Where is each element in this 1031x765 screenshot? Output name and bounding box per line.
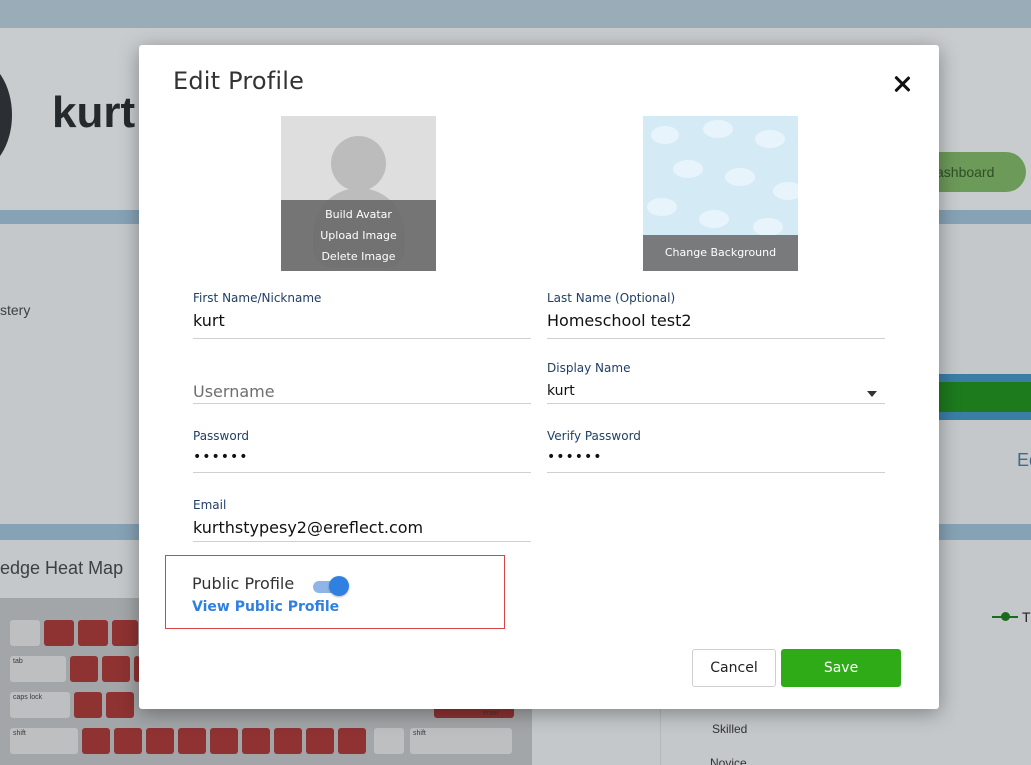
legend-dot-icon [1001, 612, 1010, 621]
top-bar [0, 0, 1031, 28]
keyboard-key [306, 728, 334, 754]
display-name-label: Display Name [547, 361, 631, 375]
email-label: Email [193, 498, 227, 512]
verify-password-label: Verify Password [547, 429, 641, 443]
cloud-pattern [753, 218, 783, 236]
keyboard-key: caps lock [10, 692, 70, 718]
upload-image-button[interactable]: Upload Image [281, 229, 436, 242]
cloud-pattern [703, 120, 733, 138]
username-field[interactable]: Username [193, 360, 531, 404]
keyboard-key [78, 620, 108, 646]
password-value[interactable]: •••••• [193, 449, 249, 465]
keyboard-key [274, 728, 302, 754]
background-image: Change Background [643, 116, 798, 271]
keyboard-key: tab [10, 656, 66, 682]
keyboard-key [70, 656, 98, 682]
avatar-image: Build Avatar Upload Image Delete Image [281, 116, 436, 271]
avatar-placeholder-icon [331, 136, 386, 191]
email-field[interactable]: Email kurthstypesy2@ereflect.com [193, 498, 531, 542]
keyboard-key [242, 728, 270, 754]
public-profile-section: Public Profile View Public Profile [165, 555, 505, 629]
keyboard-key: shift [410, 728, 512, 754]
password-label: Password [193, 429, 250, 443]
cancel-button[interactable]: Cancel [692, 649, 776, 687]
keyboard-key [338, 728, 366, 754]
first-name-value[interactable]: kurt [193, 311, 225, 330]
keyboard-key [146, 728, 174, 754]
last-name-label: Last Name (Optional) [547, 291, 676, 305]
username-placeholder: Username [193, 382, 275, 401]
public-profile-label: Public Profile [192, 574, 295, 593]
edit-link: Ed [1017, 450, 1031, 470]
cloud-pattern [725, 168, 755, 186]
legend-label: T [1022, 609, 1031, 625]
toggle-thumb [329, 576, 349, 596]
last-name-value[interactable]: Homeschool test2 [547, 311, 692, 330]
email-value[interactable]: kurthstypesy2@ereflect.com [193, 518, 423, 537]
cloud-pattern [647, 198, 677, 216]
save-button[interactable]: Save [781, 649, 901, 687]
keyboard-key [374, 728, 404, 754]
cloud-pattern [673, 160, 703, 178]
cloud-pattern [773, 182, 798, 200]
keyboard-key [10, 620, 40, 646]
keyboard-key [178, 728, 206, 754]
avatar-actions-overlay: Build Avatar Upload Image Delete Image [281, 200, 436, 271]
cloud-pattern [651, 126, 679, 144]
edit-profile-modal: Edit Profile Build Avatar Upload Image D… [139, 45, 939, 709]
keyboard-key [74, 692, 102, 718]
display-name-value[interactable]: kurt [547, 383, 575, 399]
keyboard-key [112, 620, 138, 646]
verify-password-value[interactable]: •••••• [547, 449, 603, 465]
display-name-select[interactable]: Display Name kurt [547, 361, 885, 404]
cloud-pattern [699, 210, 729, 228]
chart-level-label: Skilled [712, 722, 748, 736]
build-avatar-button[interactable]: Build Avatar [281, 208, 436, 221]
keyboard-key [114, 728, 142, 754]
dropdown-arrow-icon[interactable] [867, 391, 877, 397]
close-icon[interactable] [891, 73, 913, 95]
cloud-pattern [755, 130, 785, 148]
modal-title: Edit Profile [173, 67, 305, 95]
password-field[interactable]: Password •••••• [193, 429, 531, 473]
keyboard-key [102, 656, 130, 682]
progress-bar-fill [935, 382, 1031, 412]
keyboard-key [106, 692, 134, 718]
keyboard-key [44, 620, 74, 646]
mastery-label: stery [0, 302, 31, 318]
profile-name: kurt [52, 88, 136, 137]
left-panel [0, 224, 150, 524]
keyboard-key-label: enter [483, 710, 499, 717]
delete-image-button[interactable]: Delete Image [281, 250, 436, 263]
keyboard-key [210, 728, 238, 754]
last-name-field[interactable]: Last Name (Optional) Homeschool test2 [547, 291, 885, 339]
keyboard-key [82, 728, 110, 754]
verify-password-field[interactable]: Verify Password •••••• [547, 429, 885, 473]
first-name-label: First Name/Nickname [193, 291, 322, 305]
chart-level-label: Novice [710, 756, 747, 765]
change-background-button[interactable]: Change Background [643, 235, 798, 271]
view-public-profile-link[interactable]: View Public Profile [192, 599, 339, 615]
public-profile-toggle[interactable] [313, 576, 349, 596]
heat-map-title: edge Heat Map [0, 558, 124, 578]
keyboard-key: shift [10, 728, 78, 754]
first-name-field[interactable]: First Name/Nickname kurt [193, 291, 531, 339]
